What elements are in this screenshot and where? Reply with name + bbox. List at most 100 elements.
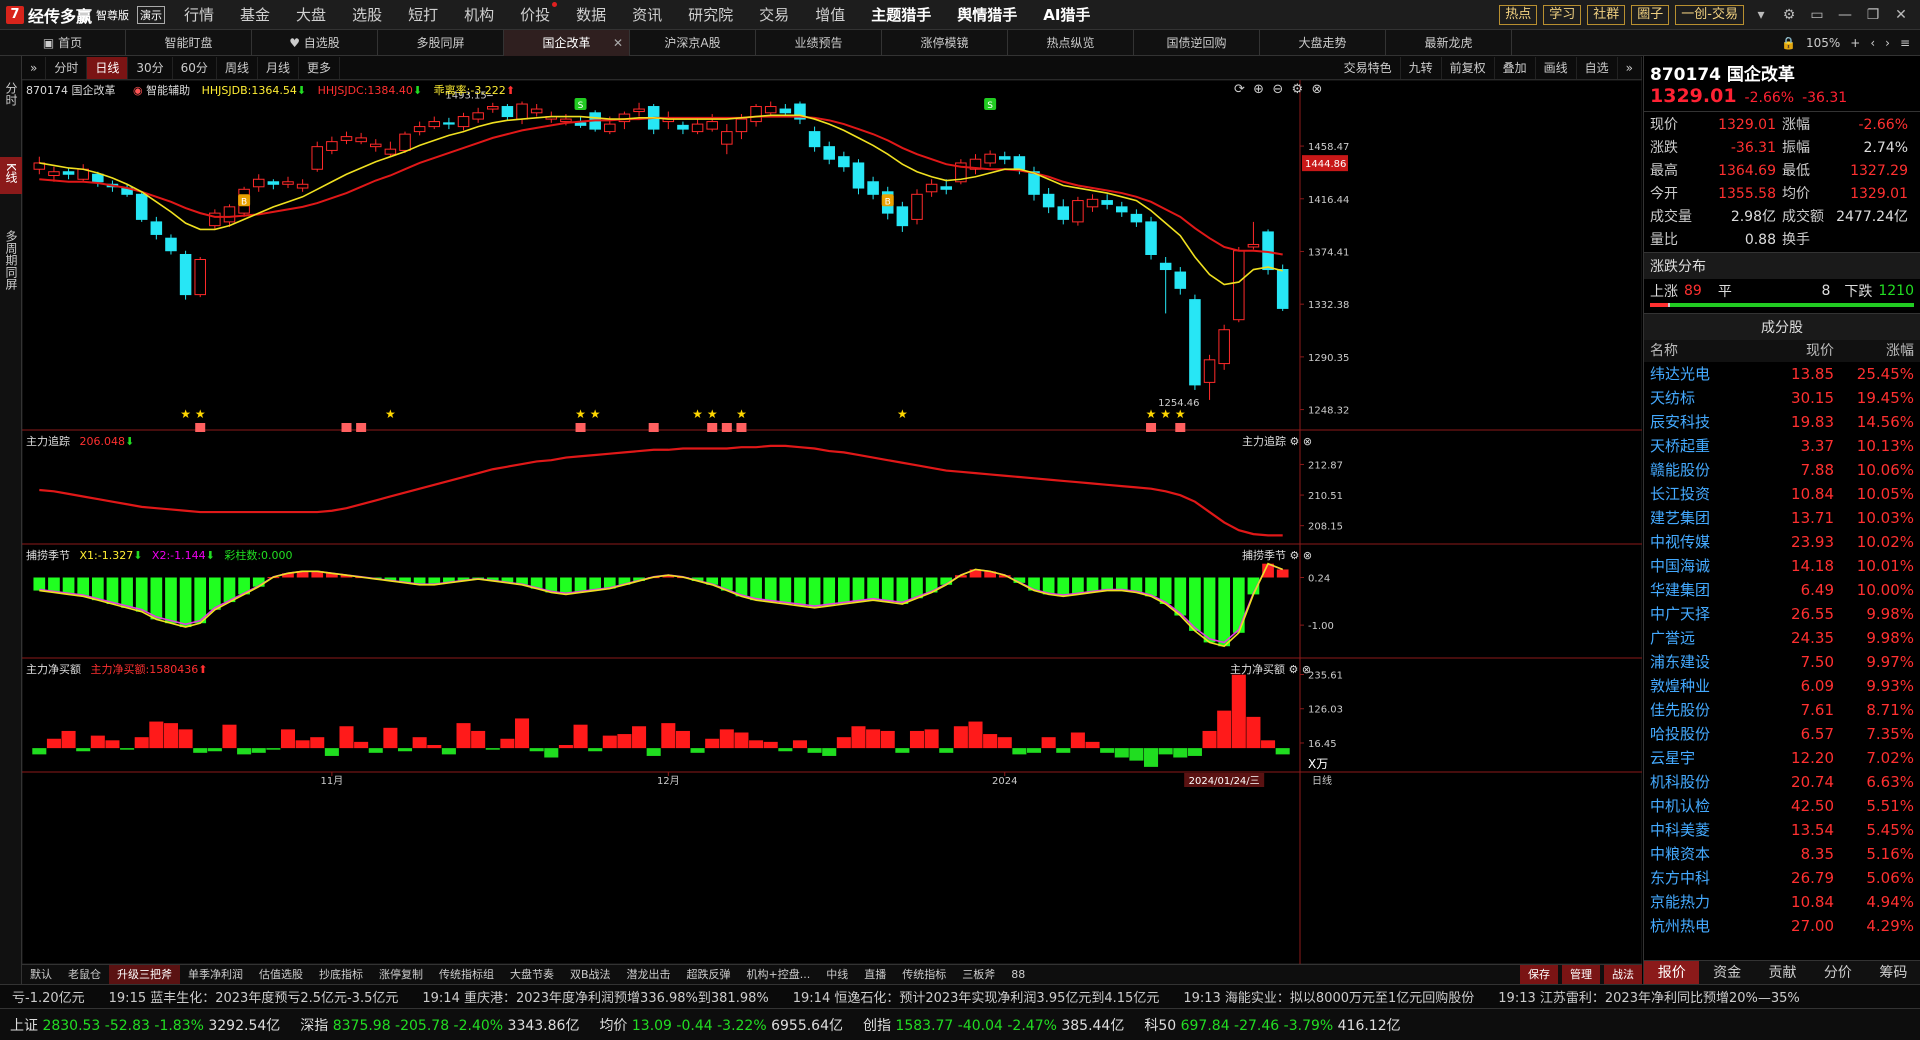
panel-close-icon[interactable]: ⊗ — [1311, 82, 1322, 97]
tab-3[interactable]: 多股同屏 — [378, 30, 504, 56]
indicator-tab-17[interactable]: 88 — [1003, 965, 1033, 985]
indicator-tab-4[interactable]: 估值选股 — [251, 965, 311, 985]
chart-tool-3[interactable]: 叠加 — [1495, 56, 1536, 79]
list-item[interactable]: 天桥起重 3.37 10.13% — [1644, 434, 1920, 458]
quote-tab-0[interactable]: 报价 — [1644, 961, 1700, 984]
left-tab-1[interactable]: K线 — [0, 157, 22, 194]
period-4[interactable]: 周线 — [217, 56, 258, 79]
indicator-tab-11[interactable]: 超跌反弹 — [679, 965, 739, 985]
chevron-left-icon[interactable]: ‹ — [1870, 36, 1875, 50]
chart-tool-4[interactable]: 画线 — [1536, 56, 1577, 79]
demo-badge[interactable]: 演示 — [137, 5, 166, 24]
list-item[interactable]: 哈投股份 6.57 7.35% — [1644, 722, 1920, 746]
restore-icon[interactable]: ❐ — [1862, 7, 1884, 23]
constituents-col-2[interactable]: 涨幅 — [1834, 340, 1914, 362]
indicator-tab-10[interactable]: 潜龙出击 — [619, 965, 679, 985]
window-icon[interactable]: ▭ — [1806, 7, 1828, 23]
quote-tab-1[interactable]: 资金 — [1699, 961, 1754, 984]
list-item[interactable]: 天纺标 30.15 19.45% — [1644, 386, 1920, 410]
news-item[interactable]: 19:13 海能实业：拟以8000万元至1亿元回购股份 — [1171, 987, 1486, 1006]
collapse-icon[interactable]: » — [1618, 56, 1642, 79]
menu-item-0[interactable]: 行情 — [171, 4, 227, 25]
menu-item-3[interactable]: 选股 — [339, 4, 395, 25]
list-item[interactable]: 纬达光电 13.85 25.45% — [1644, 362, 1920, 386]
chart-area[interactable]: 1458.47 1416.44 1374.41 1332.38 1290.35 1248.… — [22, 80, 1642, 964]
list-item[interactable]: 云星宇 12.20 7.02% — [1644, 746, 1920, 770]
news-item[interactable]: 19:14 重庆港：2023年度净利润预增336.98%到381.98% — [410, 987, 780, 1006]
lock-icon[interactable]: 🔒 — [1781, 36, 1796, 50]
list-item[interactable]: 京能热力 10.84 4.94% — [1644, 890, 1920, 914]
chart-tool-1[interactable]: 九转 — [1401, 56, 1442, 79]
menu-item-10[interactable]: 交易 — [746, 4, 802, 25]
top-button-3[interactable]: 圈子 — [1631, 4, 1670, 25]
constituents-col-1[interactable]: 现价 — [1764, 340, 1834, 362]
indicator-tab-12[interactable]: 机构+控盘... — [739, 965, 819, 985]
indicator-tab-6[interactable]: 涨停复制 — [371, 965, 431, 985]
chart-tool-0[interactable]: 交易特色 — [1336, 56, 1401, 79]
list-item[interactable]: 中粮资本 8.35 5.16% — [1644, 842, 1920, 866]
menu-item-13[interactable]: 舆情猎手 — [944, 4, 1030, 25]
news-item[interactable]: 19:14 恒逸石化：预计2023年实现净利润3.95亿元到4.15亿元 — [781, 987, 1172, 1006]
minimize-icon[interactable]: — — [1834, 7, 1856, 23]
period-6[interactable]: 更多 — [299, 56, 340, 79]
news-item[interactable]: 19:13 江苏雷利：2023年净利同比预增20%—35% — [1486, 987, 1811, 1006]
index-3[interactable]: 创指 1583.77 -40.04 -2.47% 385.44亿 — [853, 1015, 1134, 1035]
chart-tool-2[interactable]: 前复权 — [1442, 56, 1495, 79]
zoom-level[interactable]: 105% — [1806, 36, 1840, 50]
period-0[interactable]: 分时 — [46, 56, 88, 79]
list-item[interactable]: 佳先股份 7.61 8.71% — [1644, 698, 1920, 722]
tab-0[interactable]: ▣ 首页 — [0, 30, 126, 56]
news-item[interactable]: 19:15 蓝丰生化：2023年度预亏2.5亿元-3.5亿元 — [97, 987, 411, 1006]
indicator-tab-13[interactable]: 中线 — [818, 965, 856, 985]
tab-10[interactable]: 大盘走势 — [1260, 30, 1386, 56]
gear-icon[interactable]: ⚙ — [1778, 7, 1800, 23]
list-item[interactable]: 中视传媒 23.93 10.02% — [1644, 530, 1920, 554]
index-0[interactable]: 上证 2830.53 -52.83 -1.83% 3292.54亿 — [0, 1015, 290, 1035]
tab-9[interactable]: 国债逆回购 — [1134, 30, 1260, 56]
index-1[interactable]: 深指 8375.98 -205.78 -2.40% 3343.86亿 — [290, 1015, 589, 1035]
list-icon[interactable]: ≡ — [1900, 36, 1910, 50]
indicator-tab-2[interactable]: 升级三把斧 — [109, 964, 180, 985]
settings-icon[interactable]: ⚙ — [1292, 82, 1304, 97]
menu-item-11[interactable]: 增值 — [802, 4, 858, 25]
chevron-right-icon[interactable]: › — [1885, 36, 1890, 50]
menu-item-4[interactable]: 短打 — [395, 4, 451, 25]
menu-item-5[interactable]: 机构 — [451, 4, 507, 25]
indicator-tab-16[interactable]: 三板斧 — [954, 965, 1003, 985]
list-item[interactable]: 杭州热电 27.00 4.29% — [1644, 914, 1920, 938]
quote-tab-3[interactable]: 分价 — [1810, 961, 1865, 984]
indicator-tab-3[interactable]: 单季净利润 — [180, 965, 251, 985]
list-item[interactable]: 辰安科技 19.83 14.56% — [1644, 410, 1920, 434]
menu-item-12[interactable]: 主题猎手 — [858, 4, 944, 25]
tab-11[interactable]: 最新龙虎 — [1386, 30, 1512, 56]
list-item[interactable]: 中机认检 42.50 5.51% — [1644, 794, 1920, 818]
list-item[interactable]: 中国海诚 14.18 10.01% — [1644, 554, 1920, 578]
list-item[interactable]: 广誉远 24.35 9.98% — [1644, 626, 1920, 650]
indicator-action-0[interactable]: 保存 — [1520, 964, 1558, 985]
menu-item-1[interactable]: 基金 — [227, 4, 283, 25]
tab-5[interactable]: 沪深京A股 — [630, 30, 756, 56]
remove-icon[interactable]: ⊖ — [1272, 82, 1283, 97]
list-item[interactable]: 中科美菱 13.54 5.45% — [1644, 818, 1920, 842]
indicator-tab-0[interactable]: 默认 — [22, 965, 60, 985]
tab-2[interactable]: ♥ 自选股 — [252, 30, 378, 56]
refresh-icon[interactable]: ⟳ — [1234, 82, 1245, 97]
menu-item-7[interactable]: 数据 — [563, 4, 619, 25]
tab-1[interactable]: 智能盯盘 — [126, 30, 252, 56]
list-item[interactable]: 建艺集团 13.71 10.03% — [1644, 506, 1920, 530]
indicator-tab-9[interactable]: 双B战法 — [562, 965, 619, 985]
close-icon[interactable]: ✕ — [1890, 7, 1912, 23]
quote-tab-4[interactable]: 筹码 — [1866, 961, 1920, 984]
news-item[interactable]: 亏-1.20亿元 — [0, 987, 97, 1006]
indicator-tab-15[interactable]: 传统指标 — [894, 965, 954, 985]
period-5[interactable]: 月线 — [258, 56, 299, 79]
left-tab-2[interactable]: 多周期同屏 — [0, 224, 22, 301]
top-button-1[interactable]: 学习 — [1543, 4, 1582, 25]
index-4[interactable]: 科50 697.84 -27.46 -3.79% 416.12亿 — [1134, 1015, 1410, 1035]
indicator-tab-1[interactable]: 老鼠仓 — [60, 965, 109, 985]
period-2[interactable]: 30分 — [128, 56, 173, 79]
list-item[interactable]: 赣能股份 7.88 10.06% — [1644, 458, 1920, 482]
quote-tab-2[interactable]: 贡献 — [1755, 961, 1810, 984]
indicator-tab-7[interactable]: 传统指标组 — [431, 965, 502, 985]
list-item[interactable]: 长江投资 10.84 10.05% — [1644, 482, 1920, 506]
